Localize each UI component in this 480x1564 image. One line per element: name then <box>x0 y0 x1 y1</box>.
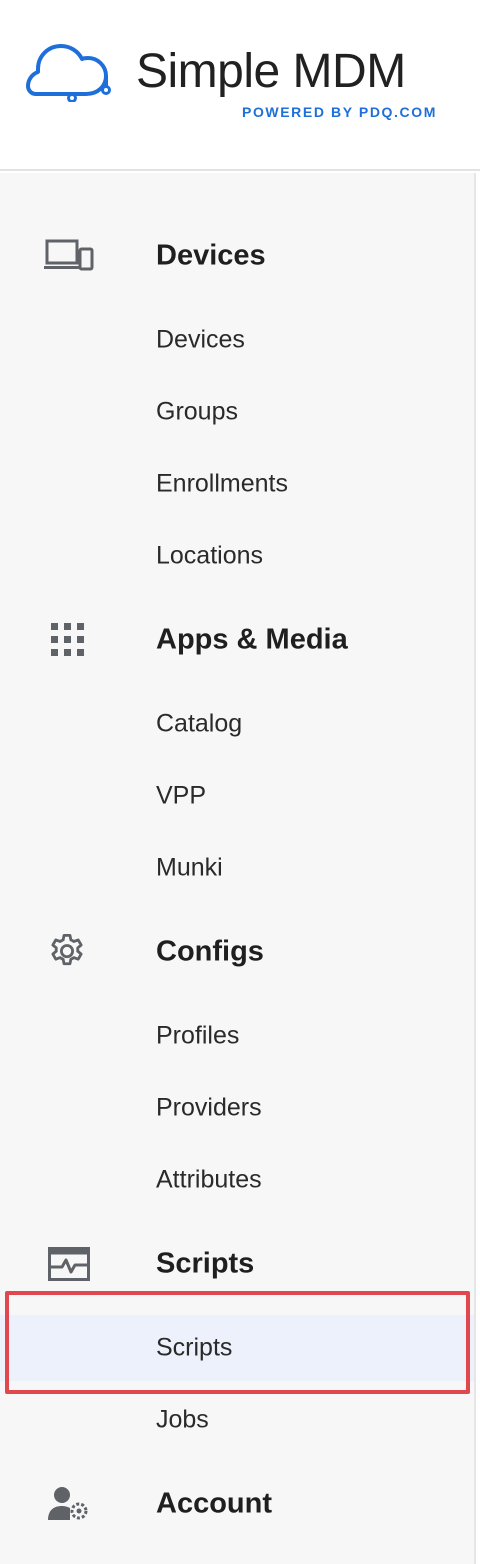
sidebar-nav: Devices Devices Groups Enrollments Locat… <box>0 173 476 1564</box>
apps-grid-icon <box>44 620 94 660</box>
section-label: Account <box>156 1487 272 1520</box>
cloud-logo-icon <box>26 44 111 102</box>
sidebar-item-jobs[interactable]: Jobs <box>0 1387 474 1453</box>
sidebar-item-catalog[interactable]: Catalog <box>0 691 474 757</box>
gear-icon <box>44 932 94 972</box>
sidebar-item-profiles[interactable]: Profiles <box>0 1003 474 1069</box>
sidebar-item-locations[interactable]: Locations <box>0 523 474 589</box>
app-header: Simple MDM POWERED BY PDQ.COM <box>0 0 480 171</box>
sidebar-item-providers[interactable]: Providers <box>0 1075 474 1141</box>
sidebar-section-devices[interactable]: Devices <box>0 226 474 286</box>
sidebar-item-attributes[interactable]: Attributes <box>0 1147 474 1213</box>
sidebar-section-configs[interactable]: Configs <box>0 922 474 982</box>
sidebar-item-devices[interactable]: Devices <box>0 307 474 373</box>
sidebar-section-account[interactable]: Account <box>0 1474 474 1534</box>
section-label: Configs <box>156 935 264 968</box>
devices-icon <box>44 236 94 276</box>
sidebar-item-enrollments[interactable]: Enrollments <box>0 451 474 517</box>
sidebar-item-groups[interactable]: Groups <box>0 379 474 445</box>
sidebar-section-apps-media[interactable]: Apps & Media <box>0 610 474 670</box>
scripts-icon <box>44 1244 94 1284</box>
logo-tagline: POWERED BY PDQ.COM <box>242 104 438 120</box>
sidebar-item-munki[interactable]: Munki <box>0 835 474 901</box>
sidebar-item-vpp[interactable]: VPP <box>0 763 474 829</box>
simplemdm-logo[interactable]: Simple MDM POWERED BY PDQ.COM <box>26 44 446 124</box>
logo-wordmark: Simple MDM <box>136 45 406 98</box>
account-settings-icon <box>44 1484 94 1524</box>
section-label: Devices <box>156 239 266 272</box>
section-label: Scripts <box>156 1247 255 1280</box>
sidebar-section-scripts[interactable]: Scripts <box>0 1234 474 1294</box>
section-label: Apps & Media <box>156 623 348 656</box>
sidebar-item-scripts[interactable]: Scripts <box>0 1315 474 1381</box>
